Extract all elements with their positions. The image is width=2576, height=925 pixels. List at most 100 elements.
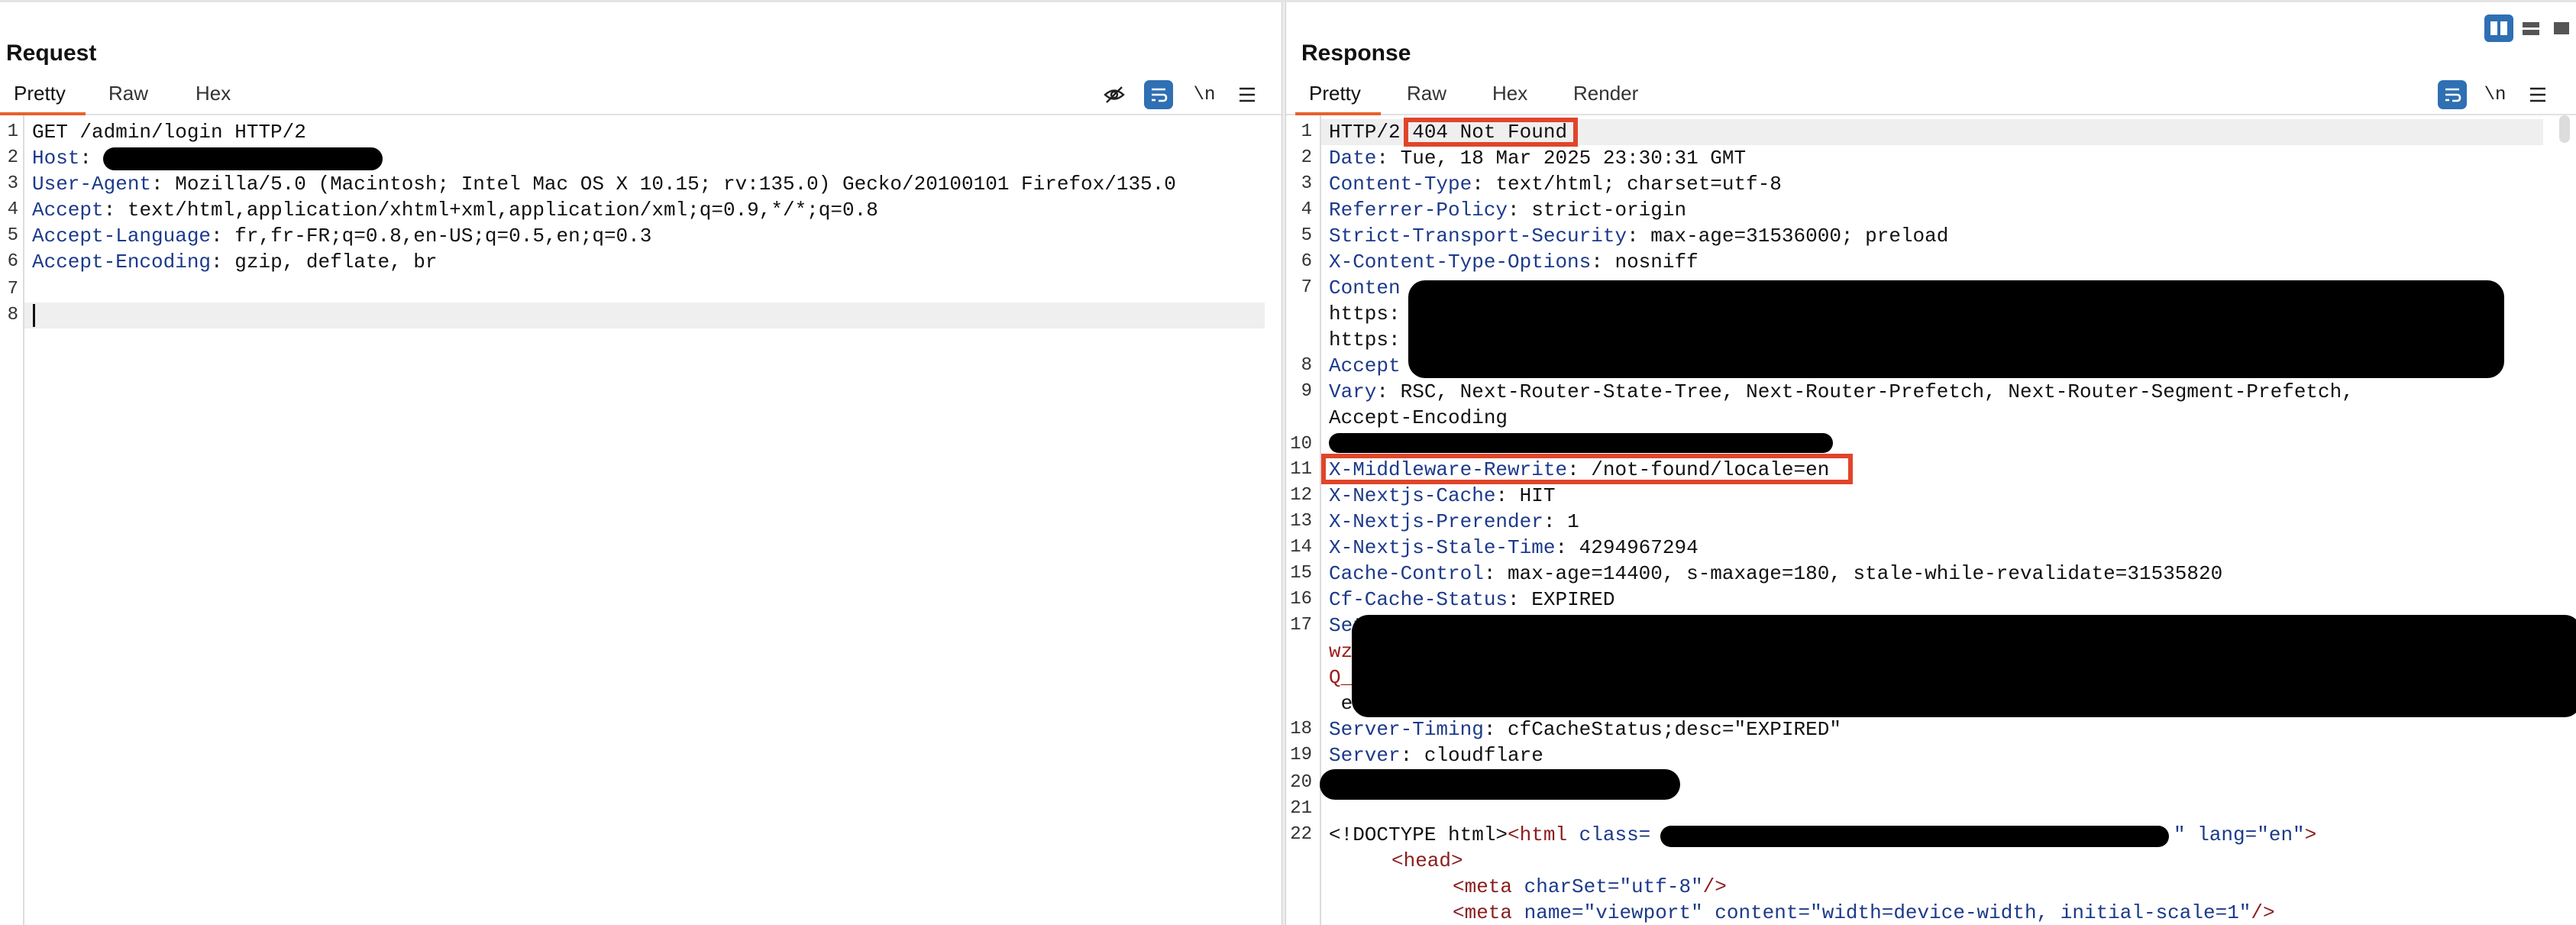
response-toolbar: \n xyxy=(2438,80,2575,111)
status-protocol: HTTP/2 xyxy=(1329,121,1413,144)
header-line: Accept: text/html,application/xhtml+xml,… xyxy=(32,197,878,223)
redacted-line xyxy=(1329,433,1833,453)
header-value-fragment: https: xyxy=(1329,302,1401,325)
redacted-block-csp xyxy=(1408,280,2504,378)
header-line: Accept-Language: fr,fr-FR;q=0.8,en-US;q=… xyxy=(32,223,651,249)
newline-toggle[interactable]: \n xyxy=(2481,80,2510,109)
header-line: Cf-Cache-Status: EXPIRED xyxy=(1329,588,1615,611)
line-number: 13 xyxy=(1290,511,1312,532)
header-value: strict-origin xyxy=(1519,199,1687,222)
line-number: 2 xyxy=(7,147,18,168)
meta-value: "width=device-width, initial-scale=1" xyxy=(1810,901,2251,924)
split-horizontal-icon[interactable] xyxy=(2516,15,2545,42)
request-tab-raw[interactable]: Raw xyxy=(108,82,148,115)
header-key: Cache-Control xyxy=(1329,562,1484,585)
head-tag: <head> xyxy=(1391,849,1463,872)
line-number: 1 xyxy=(7,121,18,142)
response-tab-render[interactable]: Render xyxy=(1573,82,1638,115)
line-number: 20 xyxy=(1290,772,1312,793)
header-line-fragment: https: xyxy=(1329,301,1401,327)
html-tag: <html xyxy=(1508,823,1579,846)
header-value: EXPIRED xyxy=(1519,588,1615,611)
meta-attr: name= xyxy=(1524,901,1584,924)
header-key: Vary xyxy=(1329,380,1377,403)
header-separator: : xyxy=(211,225,223,247)
request-tabs: Pretty Raw Hex xyxy=(0,76,1282,115)
line-number: 4 xyxy=(7,199,18,220)
header-line: Accept-Encoding: gzip, deflate, br xyxy=(32,249,438,275)
header-value: fr,fr-FR;q=0.8,en-US;q=0.5,en;q=0.3 xyxy=(222,225,652,247)
header-value: 4294967294 xyxy=(1567,536,1698,559)
tag-close: > xyxy=(2304,823,2317,846)
response-tab-pretty[interactable]: Pretty xyxy=(1309,82,1361,115)
header-separator: : xyxy=(103,199,116,222)
line-number: 3 xyxy=(7,173,18,194)
header-value: Tue, 18 Mar 2025 23:30:31 GMT xyxy=(1388,147,1747,170)
header-line: Strict-Transport-Security: max-age=31536… xyxy=(1329,225,1949,247)
request-tab-hex[interactable]: Hex xyxy=(196,82,231,115)
header-key: Content-Type xyxy=(1329,173,1472,196)
header-separator: : xyxy=(151,173,163,196)
header-line: X-Nextjs-Cache: HIT xyxy=(1329,484,1556,507)
menu-icon[interactable] xyxy=(1233,80,1262,109)
request-tab-pretty[interactable]: Pretty xyxy=(14,82,66,115)
header-line-continuation: Accept-Encoding xyxy=(1329,405,1508,431)
newline-toggle[interactable]: \n xyxy=(1190,80,1219,109)
tag-close: /> xyxy=(2251,901,2275,924)
header-line-fragment: Accept xyxy=(1329,353,1401,379)
redacted-class-value xyxy=(1660,826,2169,847)
header-line-fragment: Q_ xyxy=(1329,665,1353,691)
header-line: X-Nextjs-Prerender: 1 xyxy=(1329,510,1579,533)
layout-switcher xyxy=(2484,15,2576,45)
redacted-line xyxy=(1320,769,1680,800)
request-editor[interactable]: 1 GET /admin/login HTTP/2 2 Host: 3 User… xyxy=(0,115,1282,925)
line-number: 22 xyxy=(1290,824,1312,845)
header-line: Vary: RSC, Next-Router-State-Tree, Next-… xyxy=(1329,380,2354,403)
word-wrap-icon[interactable] xyxy=(1144,80,1173,109)
header-key: X-Nextjs-Stale-Time xyxy=(1329,536,1556,559)
menu-icon[interactable] xyxy=(2523,80,2552,109)
header-key: X-Nextjs-Prerender xyxy=(1329,510,1543,533)
header-key-fragment: Accept xyxy=(1329,354,1401,377)
redacted-host xyxy=(103,147,383,170)
header-key: Accept-Encoding xyxy=(32,251,212,273)
response-tab-hex[interactable]: Hex xyxy=(1492,82,1527,115)
request-line: GET /admin/login HTTP/2 xyxy=(32,119,306,145)
hide-nonprintable-icon[interactable] xyxy=(1100,80,1129,109)
header-line: Content-Type: text/html; charset=utf-8 xyxy=(1329,173,1782,196)
response-pane: Response Pretty Raw Hex Render \n 1 HTTP… xyxy=(1286,2,2576,925)
line-number: 8 xyxy=(1301,355,1312,376)
split-vertical-icon[interactable] xyxy=(2484,15,2513,42)
line-number: 12 xyxy=(1290,485,1312,506)
header-key: Referrer-Policy xyxy=(1329,199,1508,222)
line-number: 17 xyxy=(1290,615,1312,636)
header-value: RSC, Next-Router-State-Tree, Next-Router… xyxy=(1388,380,2354,403)
response-tab-raw[interactable]: Raw xyxy=(1407,82,1446,115)
line-number: 19 xyxy=(1290,745,1312,765)
header-separator: : xyxy=(211,251,223,273)
header-key-fragment: Conten xyxy=(1329,277,1401,299)
meta-viewport-line: <meta name="viewport" content="width=dev… xyxy=(1453,900,2275,925)
meta-tag: <meta xyxy=(1453,875,1524,898)
line-number: 18 xyxy=(1290,719,1312,739)
line-number: 6 xyxy=(1301,251,1312,272)
line-number: 6 xyxy=(7,251,18,272)
header-key: Server xyxy=(1329,744,1401,767)
scrollbar-thumb[interactable] xyxy=(2559,115,2570,143)
single-pane-icon[interactable] xyxy=(2547,15,2576,42)
header-value: nosniff xyxy=(1602,251,1698,273)
response-tabs: Pretty Raw Hex Render xyxy=(1286,76,2576,115)
head-tag-line: <head> xyxy=(1391,848,1463,874)
line-number: 5 xyxy=(1301,225,1312,246)
line-number: 7 xyxy=(7,279,18,299)
text-caret xyxy=(33,304,35,327)
word-wrap-icon[interactable] xyxy=(2438,80,2467,109)
header-line: Date: Tue, 18 Mar 2025 23:30:31 GMT xyxy=(1329,147,1747,170)
header-value: Mozilla/5.0 (Macintosh; Intel Mac OS X 1… xyxy=(163,173,1176,196)
lang-attr: lang= xyxy=(2185,823,2258,846)
header-key: User-Agent xyxy=(32,173,152,196)
header-line: Referrer-Policy: strict-origin xyxy=(1329,199,1687,222)
line-number: 1 xyxy=(1301,121,1312,142)
header-value: text/html,application/xhtml+xml,applicat… xyxy=(115,199,878,222)
response-editor[interactable]: 1 HTTP/2 404 Not Found 2 Date: Tue, 18 M… xyxy=(1286,115,2576,925)
